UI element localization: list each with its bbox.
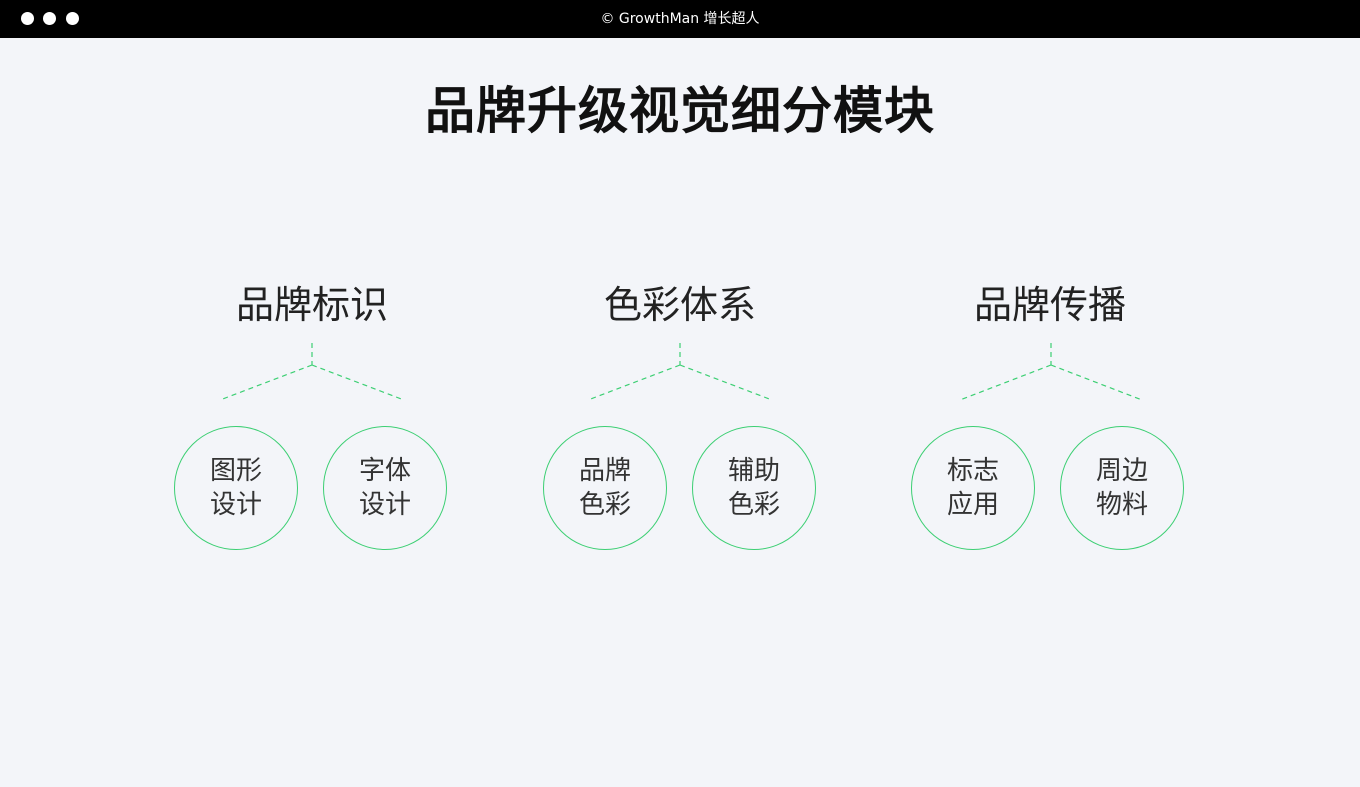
node-circle: 字体设计 xyxy=(323,426,447,550)
node-label: 字体设计 xyxy=(358,456,411,520)
copyright-text: © GrowthMan 增长超人 xyxy=(600,11,760,27)
node-label: 周边物料 xyxy=(1095,456,1148,520)
tree-connector xyxy=(959,343,1143,400)
window-titlebar: © GrowthMan 增长超人 xyxy=(0,0,1360,38)
node-label: 标志应用 xyxy=(946,456,999,520)
page-title: 品牌升级视觉细分模块 xyxy=(425,82,935,140)
module-title: 色彩体系 xyxy=(603,283,756,327)
tree-connector xyxy=(587,343,773,400)
tree-connector xyxy=(219,343,405,400)
module-title: 品牌传播 xyxy=(973,283,1126,327)
node-circle: 辅助色彩 xyxy=(692,426,816,550)
node-label: 品牌色彩 xyxy=(578,456,631,520)
module-color-system: 色彩体系 品牌色彩 辅助色彩 xyxy=(470,280,890,570)
module-title: 品牌标识 xyxy=(235,283,388,327)
node-label: 辅助色彩 xyxy=(727,456,780,520)
node-circle: 品牌色彩 xyxy=(543,426,667,550)
node-circle: 图形设计 xyxy=(174,426,298,550)
module-brand-identity: 品牌标识 图形设计 字体设计 xyxy=(102,280,522,570)
node-label: 图形设计 xyxy=(209,456,262,520)
module-brand-communication: 品牌传播 标志应用 周边物料 xyxy=(840,280,1260,570)
node-circle: 周边物料 xyxy=(1060,426,1184,550)
node-circle: 标志应用 xyxy=(911,426,1035,550)
